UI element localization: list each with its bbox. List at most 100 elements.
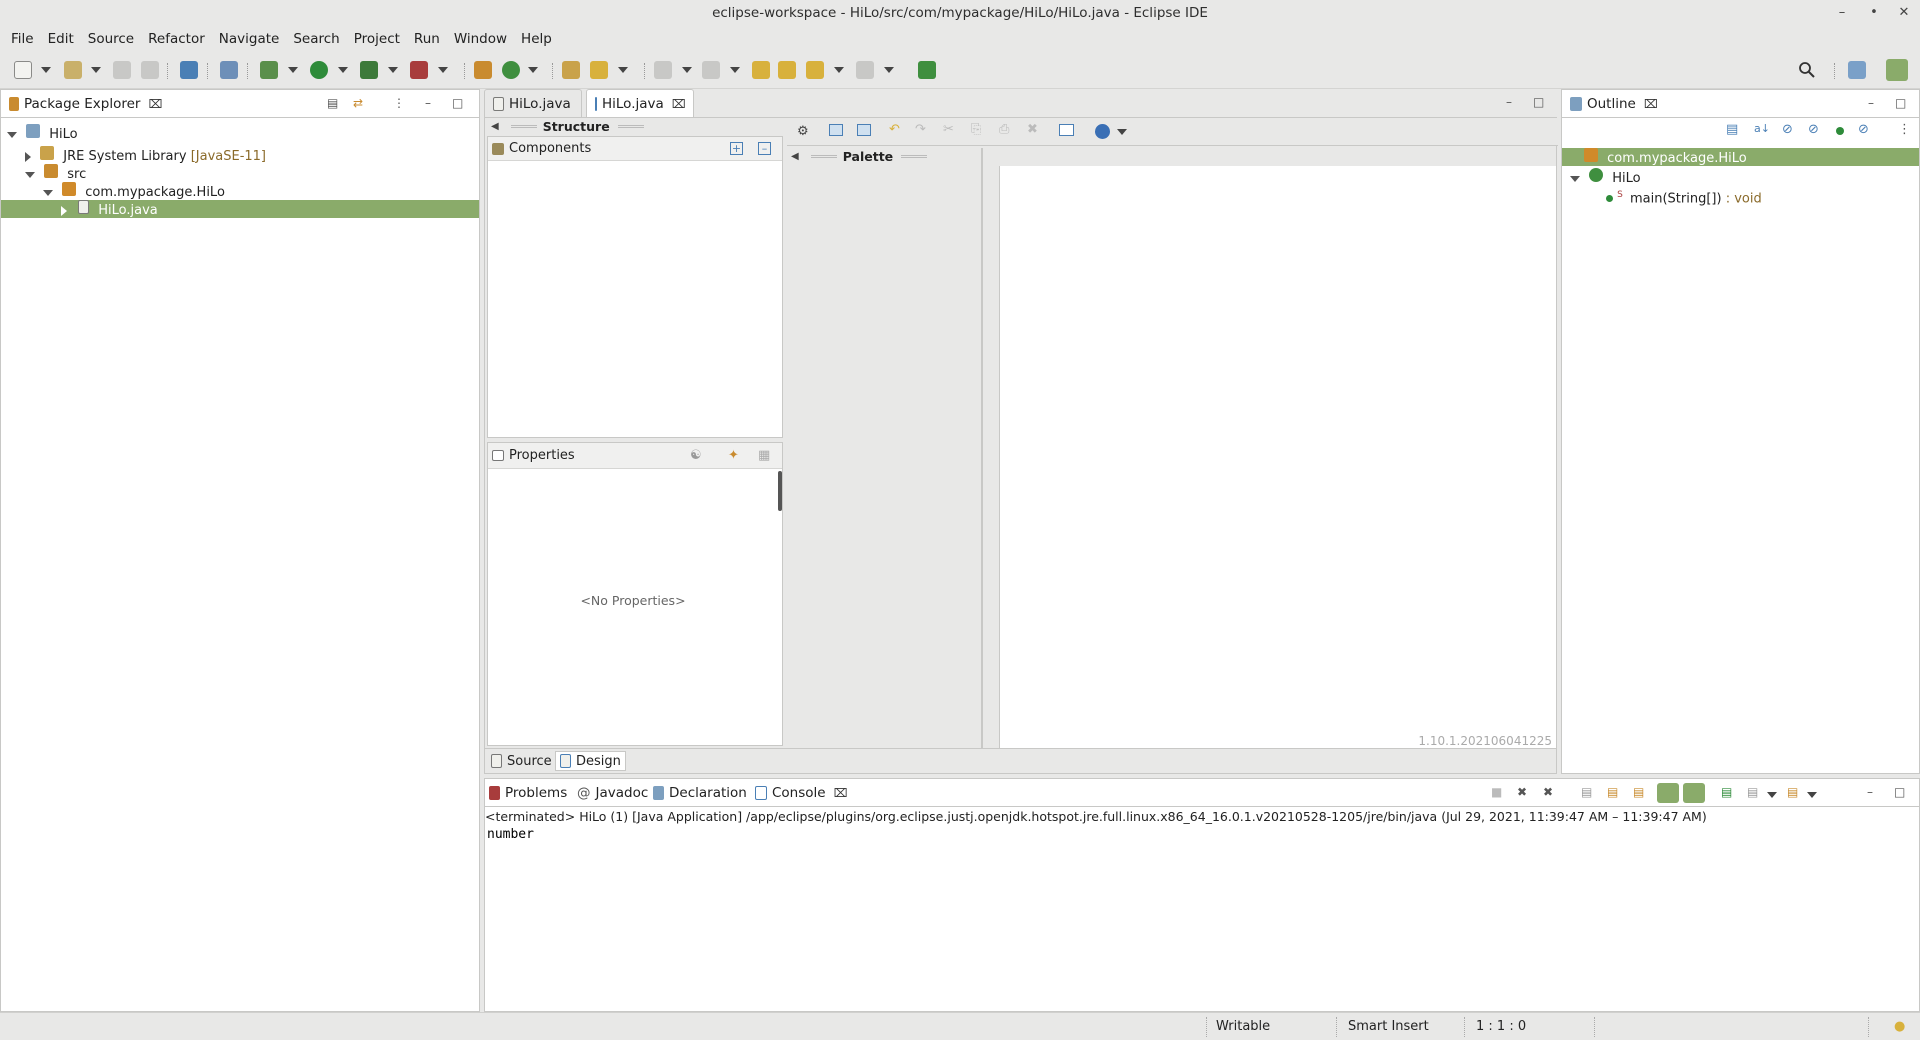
expand-arrow-icon[interactable]: [61, 205, 67, 216]
menu-refactor[interactable]: Refactor: [141, 31, 212, 47]
save-all-icon[interactable]: [141, 61, 159, 79]
tab-source[interactable]: Source: [487, 751, 556, 771]
tab-console[interactable]: Console ⌧: [755, 785, 847, 801]
goto-definition-icon[interactable]: ▦: [758, 448, 770, 463]
scroll-lock-icon[interactable]: ▤: [1607, 785, 1618, 799]
menu-run[interactable]: Run: [407, 31, 447, 47]
restore-window-button[interactable]: •: [1864, 3, 1884, 23]
collapse-arrow-icon[interactable]: [7, 131, 17, 138]
view-menu-icon[interactable]: ⋮: [1898, 122, 1911, 137]
open-console-dropdown-icon[interactable]: [1807, 792, 1817, 798]
tab-outline[interactable]: Outline ⌧: [1570, 96, 1658, 112]
look-and-feel-icon[interactable]: [1095, 124, 1110, 139]
search-flashlight-icon[interactable]: [590, 61, 608, 79]
word-wrap-icon[interactable]: ▤: [1633, 785, 1644, 799]
outline-item-class[interactable]: HiLo: [1570, 168, 1641, 186]
remove-all-terminated-icon[interactable]: ✖: [1543, 785, 1553, 799]
show-advanced-icon[interactable]: ✦: [728, 448, 739, 463]
cut-icon[interactable]: ✂: [943, 122, 954, 137]
search-icon[interactable]: [1798, 61, 1816, 79]
maximize-icon[interactable]: □: [1894, 785, 1905, 799]
tab-hilo-java-design[interactable]: HiLo.java ⌧: [586, 89, 694, 117]
close-icon[interactable]: ⌧: [834, 786, 848, 800]
java-perspective-icon[interactable]: [1886, 59, 1908, 81]
open-dropdown-icon[interactable]: [91, 67, 101, 73]
minimize-icon[interactable]: –: [1868, 96, 1874, 110]
coverage-icon[interactable]: [360, 61, 378, 79]
tab-problems[interactable]: Problems: [489, 785, 567, 801]
save-icon[interactable]: [113, 61, 131, 79]
hide-static-icon[interactable]: ⊘: [1808, 122, 1819, 137]
minimize-icon[interactable]: –: [1506, 95, 1512, 109]
clear-console-icon[interactable]: ▤: [1581, 785, 1592, 799]
tree-item-hilo-java[interactable]: HiLo.java: [1, 200, 479, 218]
back-dropdown-icon[interactable]: [834, 67, 844, 73]
show-on-stderr-icon[interactable]: [1683, 783, 1705, 803]
pin-editor-icon[interactable]: [918, 61, 936, 79]
external-tools-dropdown-icon[interactable]: [438, 67, 448, 73]
minimize-icon[interactable]: –: [425, 96, 431, 110]
link-with-editor-icon[interactable]: ⇄: [353, 96, 363, 110]
menu-file[interactable]: File: [4, 31, 41, 47]
display-console-dropdown-icon[interactable]: [1767, 792, 1777, 798]
expand-arrow-icon[interactable]: [25, 151, 31, 162]
pin-console-icon[interactable]: ▤: [1721, 785, 1732, 799]
console-output[interactable]: <terminated> HiLo (1) [Java Application]…: [484, 806, 1920, 1012]
run-dropdown-icon[interactable]: [338, 67, 348, 73]
menu-navigate[interactable]: Navigate: [212, 31, 287, 47]
maximize-icon[interactable]: □: [1533, 95, 1544, 109]
show-events-icon[interactable]: ☯: [690, 448, 702, 463]
menu-window[interactable]: Window: [447, 31, 514, 47]
open-type-icon[interactable]: [64, 61, 82, 79]
collapse-left-icon[interactable]: ◀: [491, 121, 499, 132]
open-type-folder-icon[interactable]: [562, 61, 580, 79]
forward-dropdown-icon[interactable]: [884, 67, 894, 73]
next-annotation-dropdown-icon[interactable]: [682, 67, 692, 73]
hide-non-public-icon[interactable]: [1836, 127, 1844, 135]
minimize-window-button[interactable]: –: [1832, 3, 1852, 23]
sort-icon[interactable]: a↓: [1754, 122, 1770, 135]
menu-edit[interactable]: Edit: [41, 31, 81, 47]
drag-handle[interactable]: [901, 154, 928, 158]
tab-declaration[interactable]: Declaration: [653, 785, 747, 801]
new-dropdown-icon[interactable]: [41, 67, 51, 73]
display-console-icon[interactable]: ▤: [1747, 785, 1758, 799]
terminal-icon[interactable]: [180, 61, 198, 79]
forward-edit-icon[interactable]: [778, 61, 796, 79]
tab-hilo-java-source[interactable]: HiLo.java: [484, 89, 582, 117]
minimize-icon[interactable]: –: [1867, 785, 1873, 799]
open-console-icon[interactable]: ▤: [1787, 785, 1798, 799]
look-and-feel-dropdown-icon[interactable]: [1117, 129, 1127, 135]
coverage-dropdown-icon[interactable]: [388, 67, 398, 73]
redo-icon[interactable]: ↷: [915, 122, 926, 137]
close-window-button[interactable]: ✕: [1894, 3, 1914, 23]
close-icon[interactable]: ⌧: [148, 97, 162, 111]
tree-item-package[interactable]: com.mypackage.HiLo: [43, 182, 225, 200]
tip-lightbulb-icon[interactable]: ●: [1894, 1019, 1905, 1034]
hide-local-types-icon[interactable]: ⊘: [1858, 122, 1869, 137]
search-dropdown-icon[interactable]: [618, 67, 628, 73]
close-icon[interactable]: ⌧: [672, 97, 686, 111]
refresh-icon[interactable]: [857, 124, 871, 136]
hide-fields-icon[interactable]: ⊘: [1782, 122, 1793, 137]
drag-handle[interactable]: [810, 154, 837, 158]
new-java-package-icon[interactable]: [474, 61, 492, 79]
previous-annotation-icon[interactable]: [702, 61, 720, 79]
delete-icon[interactable]: ✖: [1027, 122, 1038, 137]
menu-source[interactable]: Source: [81, 31, 141, 47]
maximize-icon[interactable]: □: [1895, 96, 1906, 110]
tab-javadoc[interactable]: @ Javadoc: [577, 785, 648, 801]
remove-launch-icon[interactable]: ✖: [1517, 785, 1527, 799]
preview-icon[interactable]: [829, 124, 843, 136]
tab-package-explorer[interactable]: Package Explorer ⌧: [9, 96, 162, 112]
menu-search[interactable]: Search: [286, 31, 346, 47]
paste-icon[interactable]: ⎙: [999, 122, 1009, 137]
tree-item-project[interactable]: HiLo: [7, 124, 78, 142]
view-menu-icon[interactable]: ⋮: [393, 96, 405, 110]
undo-icon[interactable]: ↶: [889, 122, 900, 137]
tab-order-icon[interactable]: [1059, 124, 1074, 136]
close-icon[interactable]: ⌧: [1644, 97, 1658, 111]
new-java-class-icon[interactable]: [502, 61, 520, 79]
collapse-all-icon[interactable]: ▤: [1726, 122, 1738, 137]
test-gui-icon[interactable]: ⚙: [797, 124, 809, 139]
